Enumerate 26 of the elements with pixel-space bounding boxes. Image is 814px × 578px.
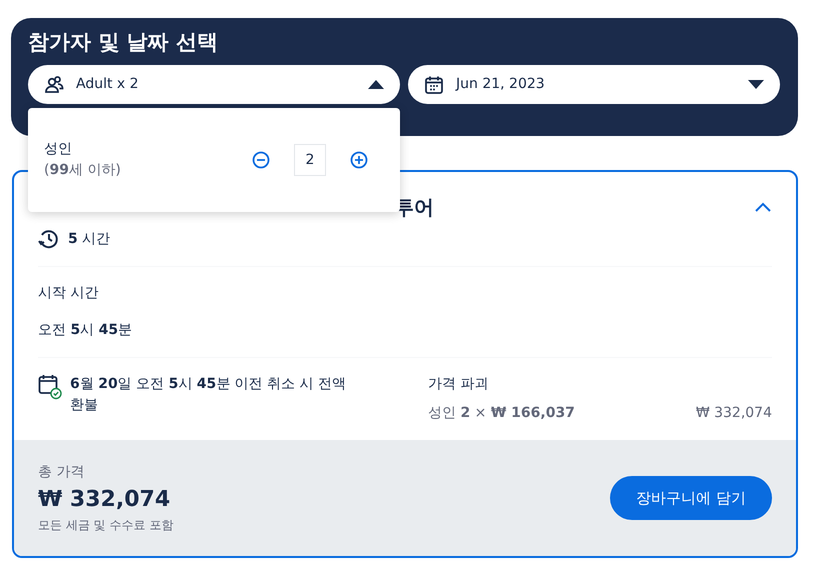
caret-icon [748, 80, 764, 90]
start-label: 시작 시간 [38, 284, 100, 303]
minus-icon[interactable] [252, 151, 270, 169]
add-to-cart-button[interactable]: 장바구니에 담기 [610, 476, 772, 520]
participants-select[interactable]: Adult x 2 [28, 65, 400, 104]
cancellation-text: 6월 20일 오전 5시 45분 이전 취소 시 전액 환불 [70, 375, 348, 415]
breakdown-title: 가격 파괴 [428, 375, 490, 394]
total-label: 총 가격 [38, 463, 86, 482]
price-line: 성인 2 × ₩ 166,037 [428, 404, 575, 423]
tax-note: 모든 세금 및 수수료 포함 [38, 517, 174, 534]
people-icon [44, 74, 64, 95]
participant-label: 성인 [44, 140, 73, 159]
chevron-icon[interactable] [754, 201, 772, 213]
total-price: ₩ 332,074 [38, 486, 172, 514]
caret-icon [368, 80, 384, 90]
line-total: ₩ 332,074 [696, 404, 772, 423]
calendar-check-icon [38, 374, 62, 400]
duration-text: 5 시간 [68, 230, 110, 248]
date-select[interactable]: Jun 21, 2023 [408, 65, 780, 104]
count-field: 2 [294, 144, 326, 176]
page-title: 참가자 및 날짜 선택 [28, 30, 219, 56]
age-note: (99세 이하) [44, 161, 121, 180]
clock-icon [38, 228, 60, 250]
start-time: 오전 5시 45분 [38, 321, 134, 340]
calendar-icon [424, 74, 444, 95]
plus-icon[interactable] [350, 151, 368, 169]
